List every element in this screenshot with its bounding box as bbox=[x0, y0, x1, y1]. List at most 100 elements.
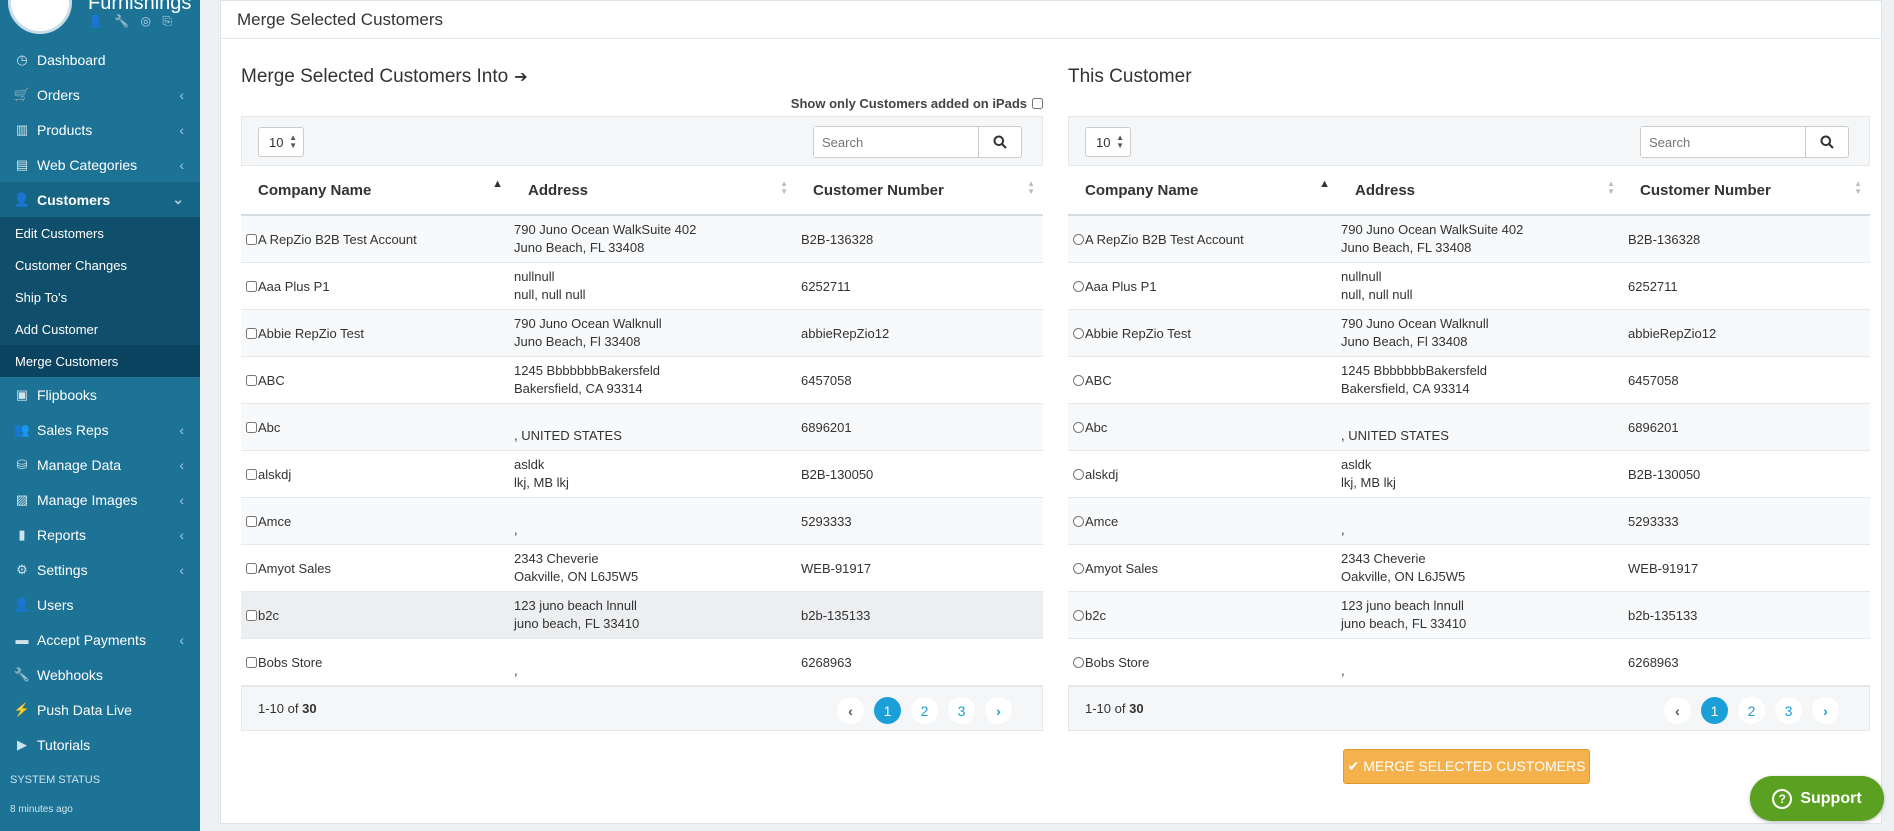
right-page-length-select[interactable]: 10 ▲ ▼ bbox=[1085, 127, 1131, 157]
sidebar-item-users[interactable]: 👤 Users bbox=[0, 587, 200, 622]
sidebar-item-tutorials[interactable]: ▶ Tutorials bbox=[0, 727, 200, 762]
row-radio[interactable] bbox=[1073, 562, 1084, 574]
left-search-button[interactable] bbox=[979, 127, 1021, 157]
sidebar-item-accept-payments[interactable]: ▬ Accept Payments ‹ bbox=[0, 622, 200, 657]
table-row[interactable]: alskdj asldk lkj, MB lkj B2B-130050 bbox=[241, 451, 1043, 498]
right-col-address[interactable]: Address ▲ ▼ bbox=[1338, 166, 1623, 214]
row-radio[interactable] bbox=[1073, 656, 1084, 668]
row-checkbox[interactable] bbox=[246, 233, 257, 245]
row-checkbox[interactable] bbox=[246, 656, 257, 668]
support-button[interactable]: ? Support bbox=[1750, 776, 1884, 821]
table-row[interactable]: Bobs Store, 6268963 bbox=[241, 639, 1043, 686]
merge-into-title-text: Merge Selected Customers Into bbox=[241, 66, 509, 87]
sidebar-item-web-categories[interactable]: ▤ Web Categories ‹ bbox=[0, 147, 200, 182]
prev-page-button[interactable]: ‹ bbox=[1664, 697, 1691, 724]
products-icon: ▥ bbox=[15, 121, 29, 137]
page-2-button[interactable]: 2 bbox=[1738, 697, 1765, 724]
table-row[interactable]: A RepZio B2B Test Account 790 Juno Ocean … bbox=[1068, 216, 1870, 263]
table-row[interactable]: Abc , UNITED STATES 6896201 bbox=[241, 404, 1043, 451]
row-checkbox[interactable] bbox=[246, 609, 257, 621]
next-page-button[interactable]: › bbox=[1812, 697, 1839, 724]
row-radio[interactable] bbox=[1073, 609, 1084, 621]
table-row[interactable]: Abc , UNITED STATES 6896201 bbox=[1068, 404, 1870, 451]
table-row[interactable]: Aaa Plus P1 nullnull null, null null 625271… bbox=[1068, 263, 1870, 310]
right-search-input[interactable] bbox=[1641, 127, 1806, 157]
left-col-number[interactable]: Customer Number ▲ ▼ bbox=[796, 166, 1043, 214]
page-3-button[interactable]: 3 bbox=[948, 697, 975, 724]
company-cell: Aaa Plus P1 bbox=[1068, 279, 1341, 294]
row-radio[interactable] bbox=[1073, 421, 1084, 433]
page-1-button[interactable]: 1 bbox=[874, 697, 901, 724]
sidebar-item-settings[interactable]: ⚙ Settings ‹ bbox=[0, 552, 200, 587]
row-checkbox[interactable] bbox=[246, 421, 257, 433]
customer-number: B2B-130050 bbox=[1628, 466, 1701, 482]
right-page-length-value: 10 bbox=[1096, 134, 1111, 150]
sidebar-item-manage-data[interactable]: ⛁ Manage Data ‹ bbox=[0, 447, 200, 482]
sort-asc-icon: ▲ bbox=[492, 178, 503, 190]
ipad-filter-checkbox[interactable] bbox=[1032, 97, 1043, 109]
row-radio[interactable] bbox=[1073, 515, 1084, 527]
right-table-footer: 1-10 of 30 ‹ 1 2 3 › bbox=[1068, 686, 1870, 731]
row-radio[interactable] bbox=[1073, 468, 1084, 480]
table-row[interactable]: Bobs Store, 6268963 bbox=[1068, 639, 1870, 686]
right-col-number[interactable]: Customer Number ▲ ▼ bbox=[1623, 166, 1870, 214]
table-row[interactable]: alskdj asldk lkj, MB lkj B2B-130050 bbox=[1068, 451, 1870, 498]
left-search-input[interactable] bbox=[814, 127, 979, 157]
submenu-item-add-customer[interactable]: Add Customer bbox=[0, 313, 200, 345]
submenu-item-merge-customers[interactable]: Merge Customers bbox=[0, 345, 200, 377]
submenu-item-edit-customers[interactable]: Edit Customers bbox=[0, 217, 200, 249]
table-row[interactable]: Abbie RepZio Test 790 Juno Ocean Walknull… bbox=[1068, 310, 1870, 357]
row-checkbox[interactable] bbox=[246, 327, 257, 339]
sidebar-item-flipbooks[interactable]: ▣ Flipbooks bbox=[0, 377, 200, 412]
table-row[interactable]: ABC 1245 BbbbbbbBakersfeld Bakersfield, CA… bbox=[241, 357, 1043, 404]
sidebar-item-dashboard[interactable]: ◷ Dashboard bbox=[0, 42, 200, 77]
page-3-button[interactable]: 3 bbox=[1775, 697, 1802, 724]
left-page-length-select[interactable]: 10 ▲ ▼ bbox=[258, 127, 304, 157]
sidebar-item-push-data-live[interactable]: ⚡ Push Data Live bbox=[0, 692, 200, 727]
row-checkbox[interactable] bbox=[246, 374, 257, 386]
sidebar-item-orders[interactable]: 🛒 Orders ‹ bbox=[0, 77, 200, 112]
right-search-button[interactable] bbox=[1806, 127, 1848, 157]
right-col-company[interactable]: Company Name ▲ bbox=[1068, 166, 1338, 214]
row-checkbox[interactable] bbox=[246, 515, 257, 527]
row-radio[interactable] bbox=[1073, 374, 1084, 386]
table-row[interactable]: b2c 123 juno beach lnnull juno beach, FL 3… bbox=[241, 592, 1043, 639]
prev-page-button[interactable]: ‹ bbox=[837, 697, 864, 724]
merge-selected-customers-button[interactable]: ✔ MERGE SELECTED CUSTOMERS bbox=[1343, 749, 1590, 784]
brand-logo[interactable] bbox=[8, 0, 72, 34]
page-2-button[interactable]: 2 bbox=[911, 697, 938, 724]
row-radio[interactable] bbox=[1073, 233, 1084, 245]
accept-payments-icon: ▬ bbox=[15, 632, 29, 647]
page-1-button[interactable]: 1 bbox=[1701, 697, 1728, 724]
table-row[interactable]: Amce, 5293333 bbox=[241, 498, 1043, 545]
question-icon: ? bbox=[1772, 788, 1793, 809]
table-row[interactable]: ABC 1245 BbbbbbbBakersfeld Bakersfield, CA… bbox=[1068, 357, 1870, 404]
sidebar-item-reports[interactable]: ▮ Reports ‹ bbox=[0, 517, 200, 552]
row-checkbox[interactable] bbox=[246, 562, 257, 574]
sidebar-item-manage-images[interactable]: ▨ Manage Images ‹ bbox=[0, 482, 200, 517]
brand-icons[interactable]: 👤 🔧 ◎ ⎘ bbox=[88, 14, 176, 29]
row-radio[interactable] bbox=[1073, 280, 1084, 292]
left-col-address[interactable]: Address ▲ ▼ bbox=[511, 166, 796, 214]
sidebar-item-products[interactable]: ▥ Products ‹ bbox=[0, 112, 200, 147]
address-line-1 bbox=[514, 644, 801, 662]
sidebar-item-sales-reps[interactable]: 👥 Sales Reps ‹ bbox=[0, 412, 200, 447]
table-row[interactable]: Amyot Sales 2343 Cheverie Oakville, ON L6J… bbox=[241, 545, 1043, 592]
submenu-item-ship-to-s[interactable]: Ship To's bbox=[0, 281, 200, 313]
sidebar-item-customers[interactable]: 👤 Customers ⌄ bbox=[0, 182, 200, 217]
table-row[interactable]: Aaa Plus P1 nullnull null, null null 625271… bbox=[241, 263, 1043, 310]
table-row[interactable]: b2c 123 juno beach lnnull juno beach, FL 3… bbox=[1068, 592, 1870, 639]
next-page-button[interactable]: › bbox=[985, 697, 1012, 724]
sidebar-item-webhooks[interactable]: 🔧 Webhooks bbox=[0, 657, 200, 692]
left-col-company[interactable]: Company Name ▲ bbox=[241, 166, 511, 214]
company-cell: ABC bbox=[241, 373, 514, 388]
row-checkbox[interactable] bbox=[246, 468, 257, 480]
submenu-item-customer-changes[interactable]: Customer Changes bbox=[0, 249, 200, 281]
row-checkbox[interactable] bbox=[246, 280, 257, 292]
table-row[interactable]: Abbie RepZio Test 790 Juno Ocean Walknull… bbox=[241, 310, 1043, 357]
table-row[interactable]: Amyot Sales 2343 Cheverie Oakville, ON L6J… bbox=[1068, 545, 1870, 592]
table-row[interactable]: A RepZio B2B Test Account 790 Juno Ocean … bbox=[241, 216, 1043, 263]
row-radio[interactable] bbox=[1073, 327, 1084, 339]
left-page-length-value: 10 bbox=[269, 134, 284, 150]
table-row[interactable]: Amce, 5293333 bbox=[1068, 498, 1870, 545]
